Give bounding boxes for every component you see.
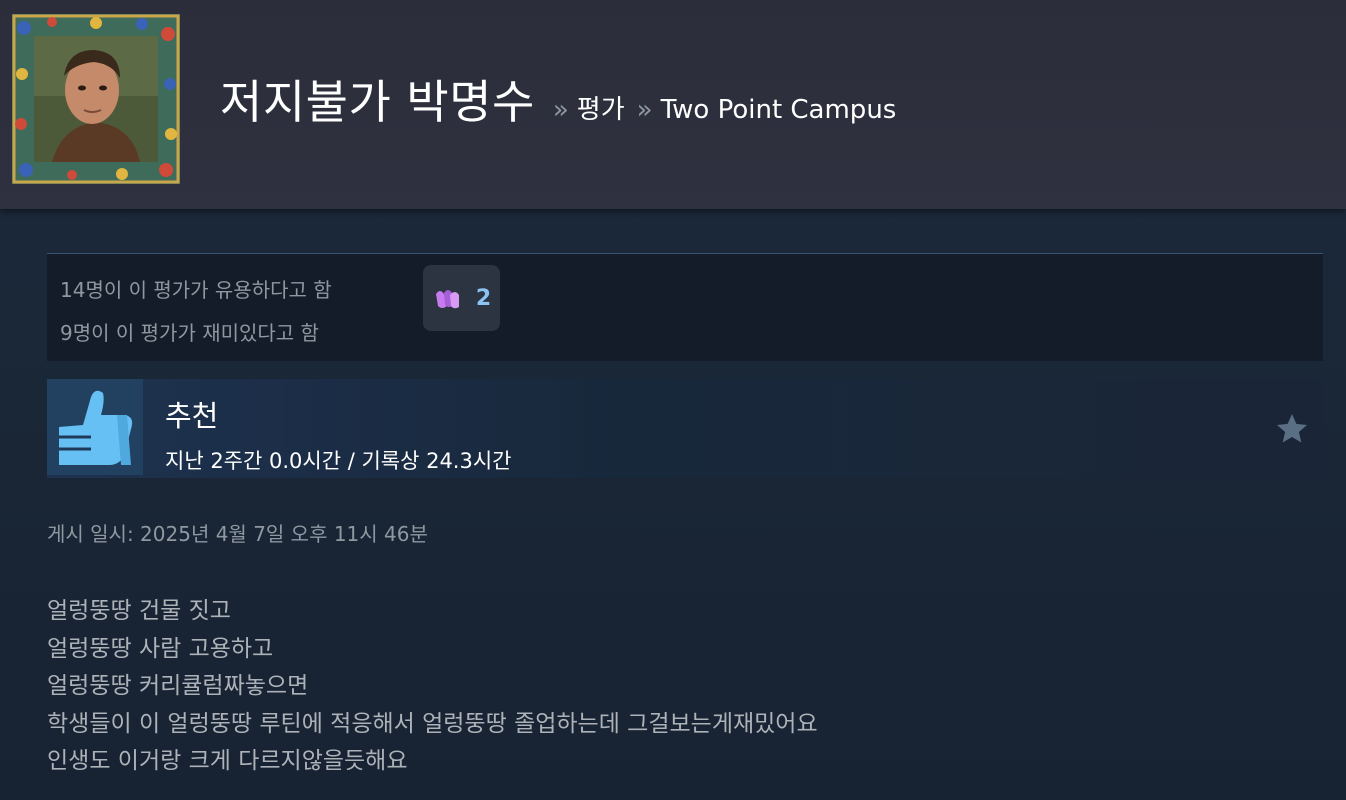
profile-header: 저지불가 박명수 » 평가 » Two Point Campus: [0, 0, 1346, 209]
funny-count: 9명이 이 평가가 재미있다고 함: [60, 321, 319, 345]
review-text: 얼렁뚱땅 건물 짓고 얼렁뚱땅 사람 고용하고 얼렁뚱땅 커리큘럼짜놓으면 학생…: [47, 593, 818, 781]
award-count: 2: [475, 285, 492, 311]
review-line: 인생도 이거랑 크게 다르지않을듯해요: [47, 748, 408, 774]
recommendation-label: 추천: [165, 399, 219, 433]
recommendation-header[interactable]: 추천 지난 2주간 0.0시간 / 기록상 24.3시간: [47, 379, 1323, 478]
breadcrumb-separator: »: [636, 95, 653, 125]
thumbs-up-icon: [59, 390, 133, 465]
thumb-tile: [47, 379, 143, 475]
avatar[interactable]: [12, 14, 180, 184]
star-icon[interactable]: [1274, 411, 1310, 447]
review-line: 학생들이 이 얼렁뚱땅 루틴에 적응해서 얼렁뚱땅 졸업하는데 그걸보는게재밌어…: [47, 710, 818, 737]
header-title: 저지불가 박명수 » 평가 » Two Point Campus: [220, 66, 896, 132]
helpful-count: 14명이 이 평가가 유용하다고 함: [60, 278, 332, 302]
playtime-hours: 지난 2주간 0.0시간 / 기록상 24.3시간: [165, 449, 512, 473]
breadcrumb-reviews[interactable]: 평가: [577, 89, 625, 126]
review-page: 저지불가 박명수 » 평가 » Two Point Campus 14명이 이 …: [0, 0, 1346, 800]
review-rating-box: 14명이 이 평가가 유용하다고 함 9명이 이 평가가 재미있다고 함 2: [47, 253, 1323, 361]
review-line: 얼렁뚱땅 건물 짓고: [47, 598, 231, 624]
review-line: 얼렁뚱땅 사람 고용하고: [47, 635, 274, 662]
breadcrumb-separator: »: [552, 95, 569, 125]
award-button[interactable]: 2: [423, 265, 500, 331]
clapping-hands-icon: [435, 290, 459, 309]
breadcrumb-game[interactable]: Two Point Campus: [661, 95, 897, 125]
posted-date: 게시 일시: 2025년 4월 7일 오후 11시 46분: [47, 522, 428, 546]
review-line: 얼렁뚱땅 커리큘럼짜놓으면: [47, 673, 309, 699]
user-name[interactable]: 저지불가 박명수: [220, 66, 535, 132]
